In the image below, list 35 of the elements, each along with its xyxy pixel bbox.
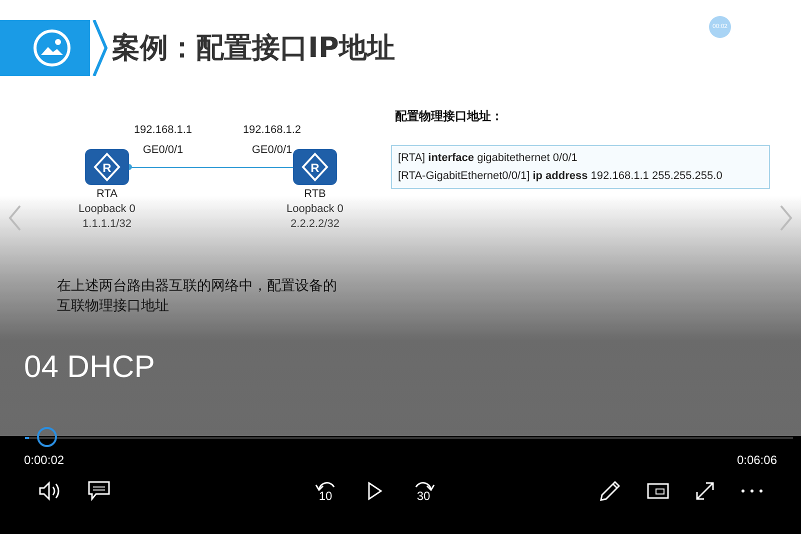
play-icon[interactable]	[366, 480, 382, 500]
router-icon: R	[293, 149, 337, 185]
image-icon	[32, 28, 72, 68]
forward-arrow-icon	[412, 479, 434, 491]
loopback-address: 1.1.1.1/32	[82, 218, 132, 230]
slide-title: 案例：配置接口IP地址	[112, 30, 395, 66]
chapter-title: 04 DHCP	[24, 349, 155, 385]
fullscreen-icon[interactable]	[695, 480, 715, 500]
total-duration: 0:06:06	[736, 453, 777, 467]
port-label: GE0/0/1	[142, 144, 184, 156]
port-label: GE0/0/1	[250, 144, 294, 156]
ip-label: 192.168.1.1	[132, 124, 194, 136]
ip-label: 192.168.1.2	[242, 124, 302, 136]
router-name: RTB	[303, 188, 327, 200]
router-icon: R	[85, 149, 129, 185]
elapsed-time: 0:00:02	[24, 453, 64, 467]
router-name: RTA	[96, 188, 118, 200]
mini-player-icon[interactable]	[647, 482, 669, 498]
chevron-icon	[92, 20, 108, 76]
volume-icon[interactable]	[38, 480, 62, 500]
config-heading: 配置物理接口地址：	[395, 108, 504, 125]
skip-back-button[interactable]: 10	[314, 479, 336, 502]
more-icon[interactable]	[741, 488, 763, 492]
pen-icon[interactable]	[599, 480, 621, 502]
command-line: [RTA] interface gigabitethernet 0/0/1	[398, 152, 578, 164]
seek-handle[interactable]	[36, 427, 57, 447]
command-line: [RTA-GigabitEthernet0/0/1] ip address 192.168.1.1 255.255.255.0	[398, 170, 724, 182]
task-description: 在上述两台路由器互联的网络中，配置设备的互联物理接口地址	[57, 276, 338, 315]
loopback-label: Loopback 0	[286, 203, 344, 215]
loopback-label: Loopback 0	[78, 203, 136, 215]
skip-forward-button[interactable]: 30	[412, 479, 434, 502]
loopback-address: 2.2.2.2/32	[290, 218, 340, 230]
captions-icon[interactable]	[88, 480, 110, 500]
rewind-arrow-icon	[314, 479, 336, 491]
seek-bar[interactable]	[25, 427, 793, 447]
